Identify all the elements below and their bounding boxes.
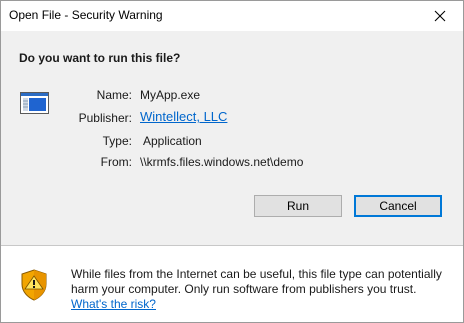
type-value: Application [143,134,202,148]
publisher-link[interactable]: Wintellect, LLC [140,109,227,124]
dialog-question: Do you want to run this file? [19,51,181,65]
window-title: Open File - Security Warning [9,8,163,22]
run-button[interactable]: Run [254,195,342,217]
close-icon [434,10,446,22]
cancel-button[interactable]: Cancel [354,195,442,217]
warning-footer: While files from the Internet can be use… [1,246,463,322]
whats-the-risk-link[interactable]: What's the risk? [71,297,156,311]
type-label: Type: [102,134,132,148]
application-file-icon [20,92,49,114]
warning-shield-icon [21,269,47,301]
warning-line-2: harm your computer. Only run software fr… [71,282,417,296]
name-label: Name: [96,88,132,102]
title-bar: Open File - Security Warning [1,1,463,31]
from-label: From: [100,155,132,169]
warning-line-1: While files from the Internet can be use… [71,267,442,281]
close-button[interactable] [417,1,463,31]
publisher-label: Publisher: [78,111,132,125]
security-warning-dialog: Open File - Security Warning Do you want… [0,0,464,323]
from-value: \\krmfs.files.windows.net\demo [140,155,304,169]
dialog-body: Do you want to run this file? Name: MyAp… [1,31,463,244]
warning-message: While files from the Internet can be use… [71,267,453,312]
publisher-link-container: Wintellect, LLC [140,109,227,124]
name-value: MyApp.exe [140,88,201,102]
